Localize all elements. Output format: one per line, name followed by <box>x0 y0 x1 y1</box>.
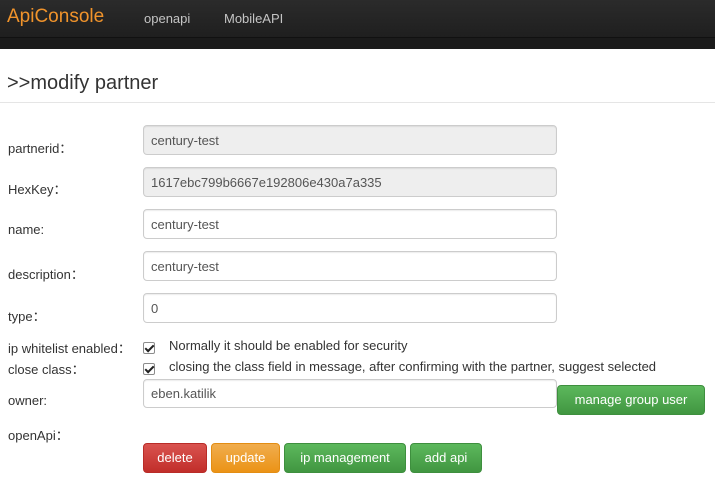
ip-whitelist-hint: Normally it should be enabled for securi… <box>169 338 408 353</box>
ip-whitelist-checkbox[interactable] <box>143 342 155 354</box>
owner-field[interactable] <box>143 379 557 408</box>
nav-link-mobileapi[interactable]: MobileAPI <box>224 11 283 26</box>
brand-link[interactable]: ApiConsole <box>7 6 104 28</box>
top-navbar: ApiConsole openapi MobileAPI <box>0 0 715 38</box>
close-class-hint: closing the class field in message, afte… <box>169 359 657 374</box>
type-label: type： <box>8 309 46 324</box>
close-class-checkbox[interactable] <box>143 363 155 375</box>
type-field[interactable] <box>143 293 557 323</box>
description-field[interactable] <box>143 251 557 281</box>
description-label: description： <box>8 267 84 282</box>
ip-whitelist-label: ip whitelist enabled： <box>8 341 131 356</box>
delete-button[interactable]: delete <box>143 443 207 473</box>
hexkey-label: HexKey： <box>8 182 67 197</box>
partnerid-field[interactable] <box>143 125 557 155</box>
add-api-button[interactable]: add api <box>410 443 482 473</box>
close-class-label: close class： <box>8 362 85 377</box>
owner-label: owner: <box>8 393 48 408</box>
update-button[interactable]: update <box>211 443 280 473</box>
navbar-strip <box>0 38 715 49</box>
manage-group-user-button[interactable]: manage group user <box>557 385 705 415</box>
title-divider <box>0 102 715 103</box>
nav-link-openapi[interactable]: openapi <box>144 11 190 26</box>
name-label: name: <box>8 222 45 237</box>
name-field[interactable] <box>143 209 557 239</box>
page-title: >>modify partner <box>7 72 159 94</box>
ip-management-button[interactable]: ip management <box>284 443 406 473</box>
partnerid-label: partnerid： <box>8 141 73 156</box>
openapi-label: openApi： <box>8 428 69 443</box>
hexkey-field[interactable] <box>143 167 557 197</box>
